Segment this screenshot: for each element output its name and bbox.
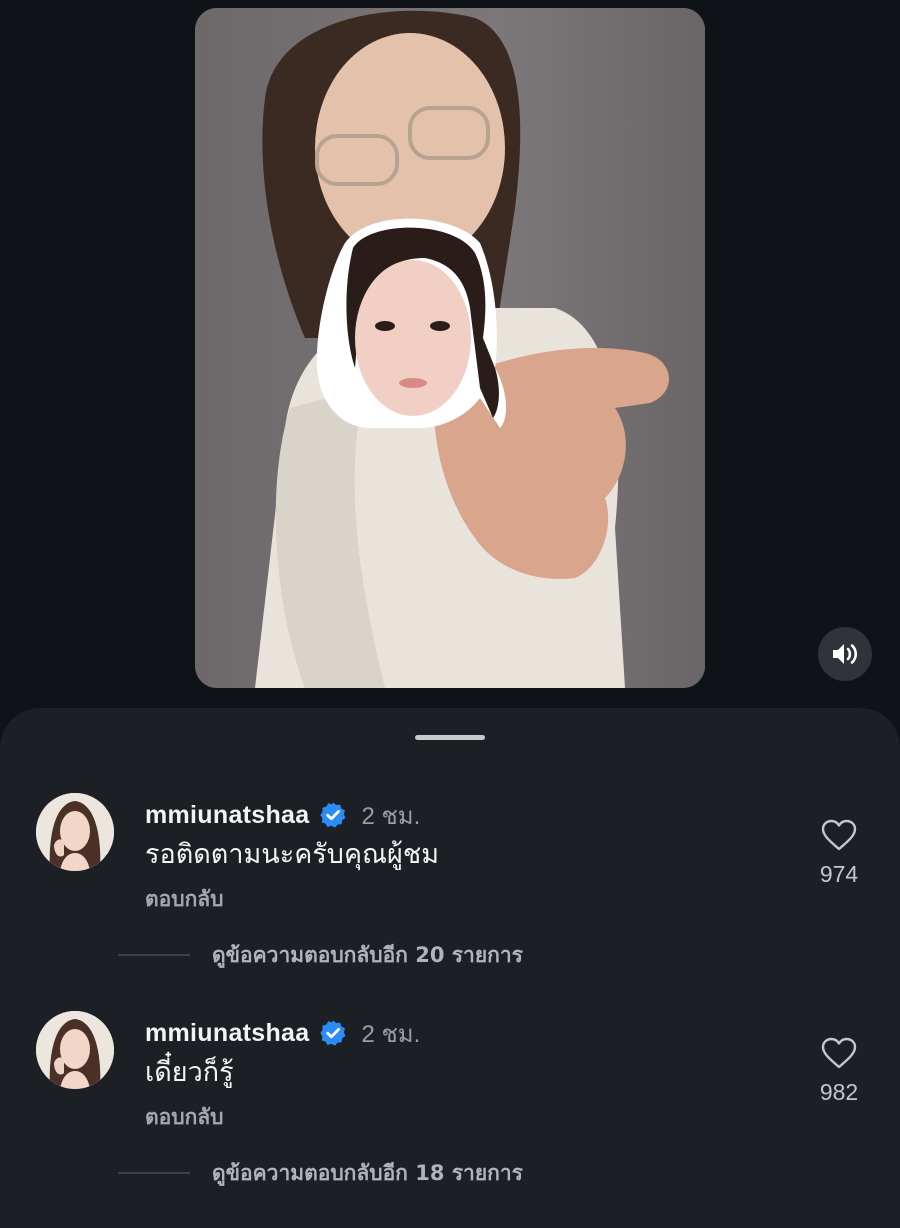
avatar[interactable] [36, 1011, 114, 1089]
divider-line [118, 1172, 190, 1174]
username[interactable]: mmiunatshaa [145, 1019, 309, 1048]
reply-button[interactable]: ตอบกลับ [145, 1101, 224, 1134]
comment-item: mmiunatshaa 2 ชม. รอติดตามนะครับคุณผู้ชม… [0, 793, 900, 933]
comments-sheet: mmiunatshaa 2 ชม. รอติดตามนะครับคุณผู้ชม… [0, 708, 900, 1228]
comment-time: 2 ชม. [361, 1020, 421, 1048]
speaker-volume-icon [833, 644, 858, 664]
sound-toggle-button[interactable] [818, 627, 872, 681]
like-count: 982 [819, 1079, 859, 1105]
like-count: 974 [819, 861, 859, 887]
video-frame [195, 8, 705, 688]
comment-header: mmiunatshaa 2 ชม. [145, 795, 420, 835]
reply-button[interactable]: ตอบกลับ [145, 883, 224, 916]
comment-time: 2 ชม. [361, 802, 421, 830]
video-area [0, 0, 900, 710]
view-replies-button[interactable]: ดูข้อความตอบกลับอีก 18 รายการ [118, 1158, 523, 1188]
verified-badge-icon [320, 1020, 346, 1046]
avatar[interactable] [36, 793, 114, 871]
video-player[interactable] [195, 8, 705, 688]
verified-badge-icon [320, 802, 346, 828]
comment-header: mmiunatshaa 2 ชม. [145, 1013, 420, 1053]
view-replies-label: ดูข้อความตอบกลับอีก 18 รายการ [212, 1160, 523, 1185]
avatar-image [36, 1011, 114, 1089]
comment-text: เดี๋ยวก็รู้ [145, 1057, 234, 1088]
heart-icon [821, 1037, 857, 1069]
view-replies-label: ดูข้อความตอบกลับอีก 20 รายการ [212, 942, 523, 967]
heart-icon [821, 819, 857, 851]
comment-item: mmiunatshaa 2 ชม. เดี๋ยวก็รู้ ตอบกลับ 98… [0, 1011, 900, 1151]
view-replies-button[interactable]: ดูข้อความตอบกลับอีก 20 รายการ [118, 940, 523, 970]
sheet-drag-handle[interactable] [415, 735, 485, 740]
avatar-image [36, 793, 114, 871]
comment-text: รอติดตามนะครับคุณผู้ชม [145, 839, 439, 870]
like-button[interactable]: 974 [805, 819, 873, 888]
like-button[interactable]: 982 [805, 1037, 873, 1106]
username[interactable]: mmiunatshaa [145, 801, 309, 830]
divider-line [118, 954, 190, 956]
